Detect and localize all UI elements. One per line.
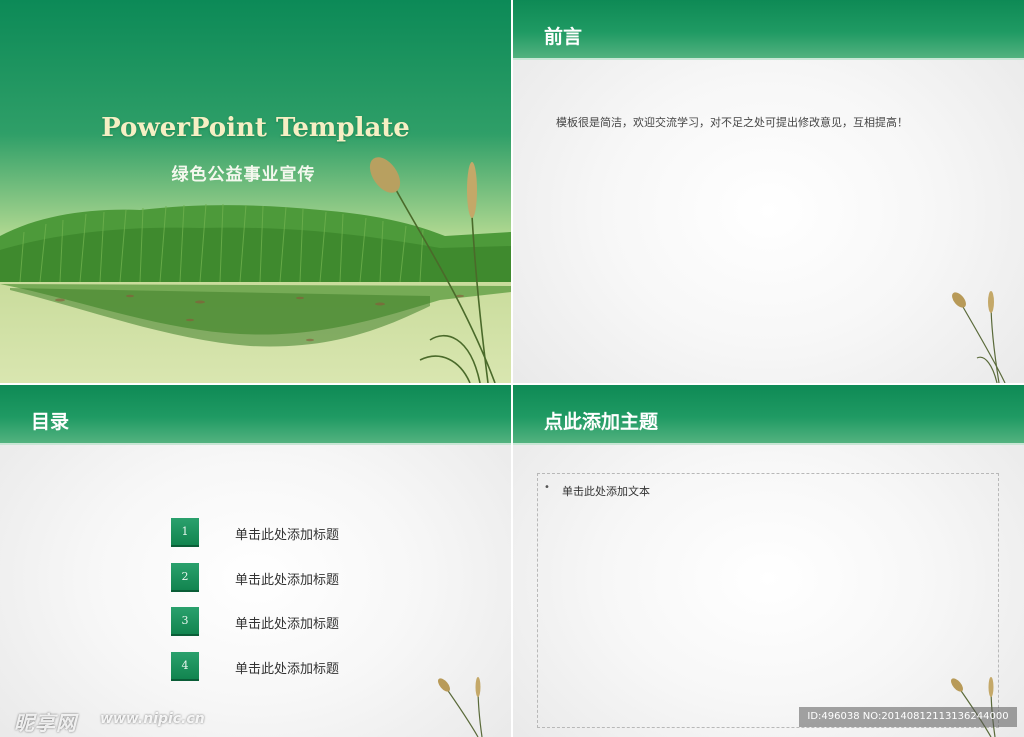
toc-number-box: 3 — [171, 607, 199, 636]
preface-body-text[interactable]: 模板很是简洁，欢迎交流学习，对不足之处可提出修改意见，互相提高！ — [556, 114, 908, 130]
cover-subtitle: 绿色公益事业宣传 — [171, 165, 316, 185]
watermark-url: www.nipic.cn — [100, 711, 205, 727]
watermark-logo: 昵享网 — [14, 711, 77, 735]
slide-title: 前言 — [544, 26, 583, 48]
toc-item-label[interactable]: 单击此处添加标题 — [235, 658, 339, 677]
bullet-text[interactable]: 单击此处添加文本 — [562, 483, 650, 499]
cover-slide[interactable]: PowerPoint Template 绿色公益事业宣传 — [0, 0, 511, 383]
content-placeholder-box[interactable]: • 单击此处添加文本 — [537, 473, 999, 728]
preface-slide[interactable]: 前言 模板很是简洁，欢迎交流学习，对不足之处可提出修改意见，互相提高！ — [513, 0, 1024, 383]
slide-title: 点此添加主题 — [544, 411, 659, 433]
slide-header: 目录 — [0, 385, 511, 445]
slide-title: 目录 — [31, 411, 70, 433]
toc-number-box: 1 — [171, 518, 199, 547]
slide-header: 前言 — [513, 0, 1024, 60]
reed-grass-icon — [952, 291, 1006, 383]
toc-item-label[interactable]: 单击此处添加标题 — [235, 569, 339, 588]
bullet-icon: • — [544, 482, 550, 493]
content-slide[interactable]: 点此添加主题 • 单击此处添加文本 — [513, 385, 1024, 737]
cover-landscape-image — [0, 0, 511, 383]
toc-number-box: 4 — [171, 651, 199, 681]
toc-item-label[interactable]: 单击此处添加标题 — [235, 524, 339, 543]
toc-slide[interactable]: 目录 1 单击此处添加标题 2 单击此处添加标题 3 单击此处添加标题 4 单击… — [0, 385, 511, 737]
slide-header: 点此添加主题 — [513, 385, 1024, 445]
watermark-id: ID:496038 NO:20140812113136244000 — [799, 707, 1017, 727]
toc-number-box: 2 — [171, 562, 199, 592]
cover-title: PowerPoint Template — [101, 113, 410, 143]
reed-grass-icon — [438, 677, 483, 737]
reed-grass-icon — [951, 677, 996, 737]
toc-item-label[interactable]: 单击此处添加标题 — [235, 613, 339, 632]
